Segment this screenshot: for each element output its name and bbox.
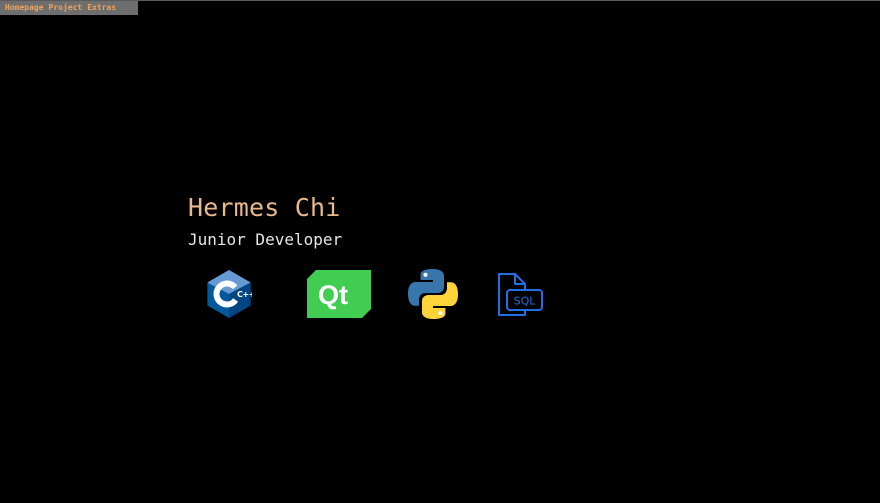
- nav-project-link[interactable]: Project: [49, 1, 83, 15]
- profile-name: Hermes Chi: [188, 193, 341, 222]
- top-nav: Homepage Project Extras: [0, 1, 138, 15]
- profile-role: Junior Developer: [188, 230, 343, 249]
- sql-icon-label: SQL: [514, 295, 537, 308]
- sql-file-icon: SQL: [496, 272, 544, 317]
- nav-homepage-link[interactable]: Homepage: [5, 1, 44, 15]
- nav-extras-link[interactable]: Extras: [87, 1, 116, 15]
- cpp-icon-label: C++: [237, 290, 252, 299]
- cpp-icon: C++: [206, 269, 252, 319]
- qt-icon-label: Qt: [318, 280, 348, 310]
- python-icon: [407, 268, 459, 320]
- qt-icon: Qt: [307, 270, 371, 318]
